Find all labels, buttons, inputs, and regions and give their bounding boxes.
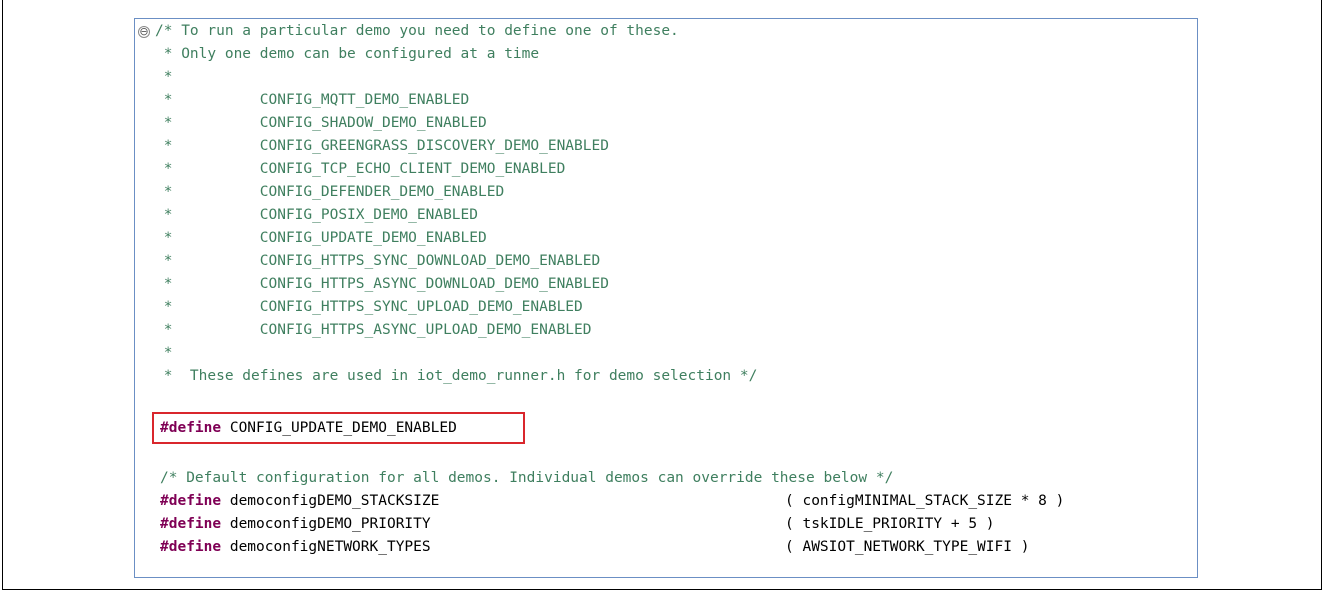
comment-line: * Only one demo can be configured at a t… bbox=[155, 46, 540, 62]
fold-collapse-icon[interactable]: ⊖ bbox=[138, 26, 150, 38]
define-line: #define democonfigNETWORK_TYPES bbox=[160, 537, 431, 557]
comment-line: /* To run a particular demo you need to … bbox=[155, 23, 679, 39]
comment-line: * CONFIG_MQTT_DEMO_ENABLED bbox=[155, 92, 470, 108]
highlighted-define-line: #define CONFIG_UPDATE_DEMO_ENABLED bbox=[160, 418, 457, 438]
define-name: democonfigDEMO_STACKSIZE bbox=[221, 493, 440, 509]
default-config-comment: /* Default configuration for all demos. … bbox=[160, 470, 894, 486]
define-value: ( tskIDLE_PRIORITY + 5 ) bbox=[785, 516, 995, 532]
define-keyword: #define bbox=[160, 493, 222, 509]
comment-line: * CONFIG_HTTPS_SYNC_UPLOAD_DEMO_ENABLED bbox=[155, 299, 583, 315]
define-name: democonfigDEMO_PRIORITY bbox=[221, 516, 431, 532]
define-keyword: #define bbox=[160, 420, 222, 436]
comment-line: * CONFIG_GREENGRASS_DISCOVERY_DEMO_ENABL… bbox=[155, 138, 609, 154]
comment-line: * CONFIG_UPDATE_DEMO_ENABLED bbox=[155, 230, 487, 246]
define-line: #define democonfigDEMO_STACKSIZE bbox=[160, 491, 439, 511]
define-value: ( AWSIOT_NETWORK_TYPE_WIFI ) bbox=[785, 539, 1030, 555]
code-editor[interactable]: ⊖ /* To run a particular demo you need t… bbox=[134, 18, 1198, 578]
define-name: democonfigNETWORK_TYPES bbox=[221, 539, 431, 555]
comment-line: * CONFIG_HTTPS_ASYNC_DOWNLOAD_DEMO_ENABL… bbox=[155, 276, 609, 292]
comment-line: * bbox=[155, 69, 173, 85]
comment-line: * CONFIG_TCP_ECHO_CLIENT_DEMO_ENABLED bbox=[155, 161, 566, 177]
comment-line: * CONFIG_SHADOW_DEMO_ENABLED bbox=[155, 115, 487, 131]
define-keyword: #define bbox=[160, 539, 222, 555]
define-line: #define democonfigDEMO_PRIORITY bbox=[160, 514, 431, 534]
define-name: CONFIG_UPDATE_DEMO_ENABLED bbox=[221, 420, 457, 436]
comment-line: * bbox=[155, 345, 173, 361]
comment-line: * These defines are used in iot_demo_run… bbox=[155, 368, 758, 384]
define-keyword: #define bbox=[160, 516, 222, 532]
define-value: ( configMINIMAL_STACK_SIZE * 8 ) bbox=[785, 493, 1065, 509]
comment-line: * CONFIG_HTTPS_SYNC_DOWNLOAD_DEMO_ENABLE… bbox=[155, 253, 601, 269]
comment-line: * CONFIG_POSIX_DEMO_ENABLED bbox=[155, 207, 479, 223]
comment-line: * CONFIG_HTTPS_ASYNC_UPLOAD_DEMO_ENABLED bbox=[155, 322, 592, 338]
comment-line: * CONFIG_DEFENDER_DEMO_ENABLED bbox=[155, 184, 505, 200]
